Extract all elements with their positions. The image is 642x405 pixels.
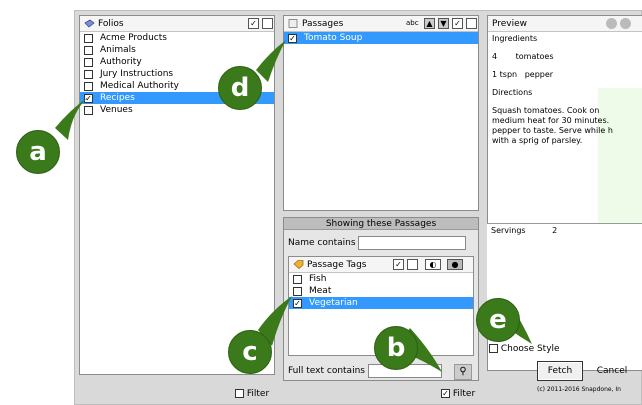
- full-text-label: Full text contains: [288, 366, 365, 376]
- tag-checkbox[interactable]: [293, 287, 302, 296]
- folio-checkbox[interactable]: [84, 106, 93, 115]
- search-button[interactable]: ⚲: [454, 364, 472, 380]
- folio-item[interactable]: Acme Products: [80, 32, 274, 44]
- uncheck-all-passages-button[interactable]: [466, 18, 477, 29]
- check-all-passages-button[interactable]: ✓: [452, 18, 463, 29]
- ingredients-heading: Ingredients: [492, 34, 538, 43]
- tag-item[interactable]: Fish: [289, 273, 473, 285]
- check-all-tags-button[interactable]: ✓: [393, 259, 404, 270]
- passages-title: Passages: [302, 19, 344, 29]
- folio-icon: [84, 19, 95, 28]
- folios-title: Folios: [98, 19, 124, 29]
- passage-tags-header: Passage Tags ✓ ◐ ●: [289, 257, 473, 273]
- passage-list: ✓ Tomato Soup: [284, 32, 478, 44]
- folio-label: Venues: [100, 105, 133, 115]
- ingredient-row-1: 4 tomatoes: [488, 50, 642, 64]
- folios-filter[interactable]: Filter: [235, 389, 269, 399]
- choose-style-label: Choose Style: [500, 344, 560, 354]
- tag-label: Vegetarian: [309, 298, 358, 308]
- ingredient-1-qty: 4: [492, 52, 498, 61]
- callout-b: b: [374, 326, 418, 370]
- folio-label: Authority: [100, 57, 142, 67]
- uncheck-all-tags-button[interactable]: [407, 259, 418, 270]
- preview-option-icon[interactable]: [606, 18, 617, 29]
- passage-icon: [288, 19, 298, 28]
- tag-item[interactable]: ✓ Vegetarian: [289, 297, 473, 309]
- tag-item[interactable]: Meat: [289, 285, 473, 297]
- name-contains-input[interactable]: [358, 236, 467, 250]
- folio-label: Medical Authority: [100, 81, 179, 91]
- tags-union-button[interactable]: ◐: [425, 259, 441, 270]
- ingredient-row-2: 1 tspn pepper: [492, 70, 554, 79]
- folio-checkbox[interactable]: ✓: [84, 94, 93, 103]
- passage-checkbox[interactable]: ✓: [288, 34, 297, 43]
- folio-checkbox[interactable]: [84, 34, 93, 43]
- tag-checkbox[interactable]: [293, 275, 302, 284]
- callout-e: e: [476, 298, 520, 342]
- full-text-row: Full text contains: [288, 364, 442, 378]
- servings-label: Servings: [491, 226, 526, 235]
- passages-filter-checkbox[interactable]: ✓: [441, 389, 450, 398]
- fetch-button[interactable]: Fetch: [537, 361, 583, 381]
- passages-panel: Passages abc ▲ ▼ ✓ ✓ Tomato Soup: [283, 15, 479, 211]
- folio-checkbox[interactable]: [84, 46, 93, 55]
- move-up-button[interactable]: ▲: [424, 18, 435, 29]
- passages-filter[interactable]: ✓ Filter: [441, 389, 475, 399]
- name-contains-label: Name contains: [288, 238, 356, 248]
- callout-c: c: [228, 330, 272, 374]
- passages-header: Passages abc ▲ ▼ ✓: [284, 16, 478, 32]
- check-all-button[interactable]: ✓: [248, 18, 259, 29]
- cancel-button[interactable]: Cancel: [589, 361, 635, 381]
- preview-title: Preview: [492, 19, 528, 29]
- app-window: Folios ✓ Acme Products Animals Authority Ju…: [74, 10, 642, 405]
- tags-intersection-button[interactable]: ●: [447, 259, 463, 270]
- ingredient-1-name: tomatoes: [515, 52, 554, 61]
- folios-filter-checkbox[interactable]: [235, 389, 244, 398]
- callout-d: d: [218, 66, 262, 110]
- callout-a: a: [16, 130, 60, 174]
- servings-value: 2: [552, 226, 558, 235]
- copyright-text: (c) 2011-2016 Snapdone, In: [537, 386, 621, 393]
- folio-checkbox[interactable]: [84, 58, 93, 67]
- directions-text: Squash tomatoes. Cook on medium heat for…: [492, 106, 613, 145]
- sort-alpha-button[interactable]: abc: [406, 19, 419, 27]
- tag-list: Fish Meat ✓ Vegetarian: [289, 273, 473, 309]
- name-contains-row: Name contains: [288, 236, 467, 250]
- folio-checkbox[interactable]: [84, 82, 93, 91]
- tag-icon: [293, 260, 304, 269]
- folio-label: Jury Instructions: [100, 69, 174, 79]
- preview-header: Preview: [488, 16, 642, 32]
- tag-label: Meat: [309, 286, 332, 296]
- folio-label: Recipes: [100, 93, 135, 103]
- tag-label: Fish: [309, 274, 327, 284]
- passage-item[interactable]: ✓ Tomato Soup: [284, 32, 478, 44]
- folios-header: Folios ✓: [80, 16, 274, 32]
- preview-option-icon-2[interactable]: [620, 18, 631, 29]
- passages-filter-label: Filter: [452, 389, 476, 399]
- passage-tags-label: Passage Tags: [307, 260, 367, 270]
- folio-item[interactable]: Animals: [80, 44, 274, 56]
- filter-panel-title: Showing these Passages: [284, 218, 478, 230]
- choose-style-option[interactable]: Choose Style: [489, 344, 560, 354]
- passage-label: Tomato Soup: [304, 33, 363, 43]
- tag-checkbox[interactable]: ✓: [293, 299, 302, 308]
- search-icon: ⚲: [459, 366, 467, 377]
- uncheck-all-button[interactable]: [262, 18, 273, 29]
- choose-style-checkbox[interactable]: [489, 344, 498, 353]
- move-down-button[interactable]: ▼: [438, 18, 449, 29]
- servings-row: Servings 2: [487, 224, 642, 237]
- folio-checkbox[interactable]: [84, 70, 93, 79]
- folio-label: Acme Products: [100, 33, 167, 43]
- folios-filter-label: Filter: [246, 389, 270, 399]
- folio-label: Animals: [100, 45, 136, 55]
